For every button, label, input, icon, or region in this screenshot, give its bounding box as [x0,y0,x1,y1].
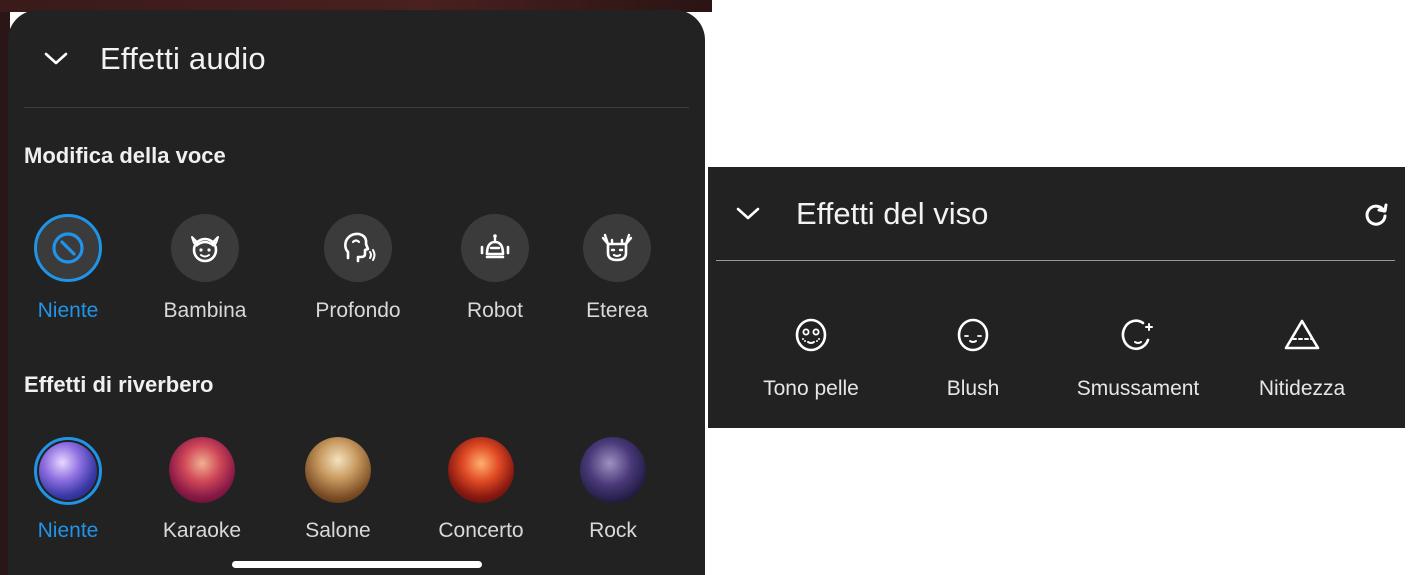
voice-option-label: Niente [37,299,99,322]
reverb-none-thumbnail[interactable] [34,437,102,505]
face-effects-panel: Effetti del viso Tono pelle Blush Smussa… [708,167,1405,428]
reset-icon[interactable] [1361,199,1391,229]
girl-face-icon [191,236,219,263]
robot-icon [480,234,510,259]
reverb-option-label: Karaoke [162,519,242,542]
rock-thumbnail[interactable] [580,437,646,503]
voice-option-label: Bambina [163,299,247,322]
face-option-label: Blush [946,377,1000,400]
screenshot-canvas: Effetti audio Modifica della voce Niente… [0,0,1412,575]
reverb-option-label: Concerto [438,519,524,542]
reverb-option-label: Niente [37,519,99,542]
karaoke-thumbnail[interactable] [169,437,235,503]
reverb-option-rock[interactable]: Rock [553,437,673,543]
concert-thumbnail[interactable] [448,437,514,503]
reverb-option-concert[interactable]: Concerto [421,437,541,543]
deep-voice-icon [344,232,376,263]
skin-tone-icon [791,315,831,355]
none-icon-button[interactable] [34,214,102,282]
face-option-label: Nitidezza [1258,377,1346,400]
voice-option-none[interactable]: Niente [8,214,128,323]
sharpness-icon [1282,315,1322,355]
face-effects-header[interactable]: Effetti del viso [716,167,1395,261]
voice-option-label: Eterea [586,299,648,322]
face-option-blush[interactable]: Blush [898,315,1048,401]
reverb-option-hall[interactable]: Salone [278,437,398,543]
deep-voice-icon-button[interactable] [324,214,392,282]
voice-option-robot[interactable]: Robot [435,214,555,323]
girl-face-icon-button[interactable] [171,214,239,282]
robot-icon-button[interactable] [461,214,529,282]
audio-effects-header[interactable]: Effetti audio [24,10,689,108]
reverb-option-label: Salone [305,519,371,542]
face-option-label: Tono pelle [763,377,859,400]
face-option-skin-tone[interactable]: Tono pelle [736,315,886,401]
hall-thumbnail[interactable] [305,437,371,503]
none-icon [52,232,84,264]
voice-section-label: Modifica della voce [24,143,226,168]
reverb-section-label: Effetti di riverbero [24,372,214,397]
chevron-down-icon[interactable] [42,45,70,73]
reverb-option-label: Rock [589,519,637,542]
face-effects-title: Effetti del viso [796,195,989,231]
voice-option-ethereal[interactable]: Eterea [557,214,677,323]
voice-option-deep[interactable]: Profondo [298,214,418,323]
chevron-down-icon[interactable] [734,200,762,228]
blush-icon [953,315,993,355]
ethereal-icon [601,233,633,262]
face-option-sharpness[interactable]: Nitidezza [1227,315,1377,401]
face-option-label: Smussament [1076,377,1200,400]
reverb-option-karaoke[interactable]: Karaoke [142,437,262,543]
home-indicator[interactable] [232,561,482,568]
face-option-smoothing[interactable]: Smussament [1063,315,1213,401]
voice-option-girl[interactable]: Bambina [145,214,265,323]
audio-effects-panel: Effetti audio Modifica della voce Niente… [8,10,705,575]
ethereal-icon-button[interactable] [583,214,651,282]
smoothing-icon [1118,315,1158,355]
reverb-option-none[interactable]: Niente [8,437,128,543]
voice-option-label: Profondo [315,299,401,322]
voice-option-label: Robot [466,299,524,322]
audio-effects-title: Effetti audio [100,40,266,76]
